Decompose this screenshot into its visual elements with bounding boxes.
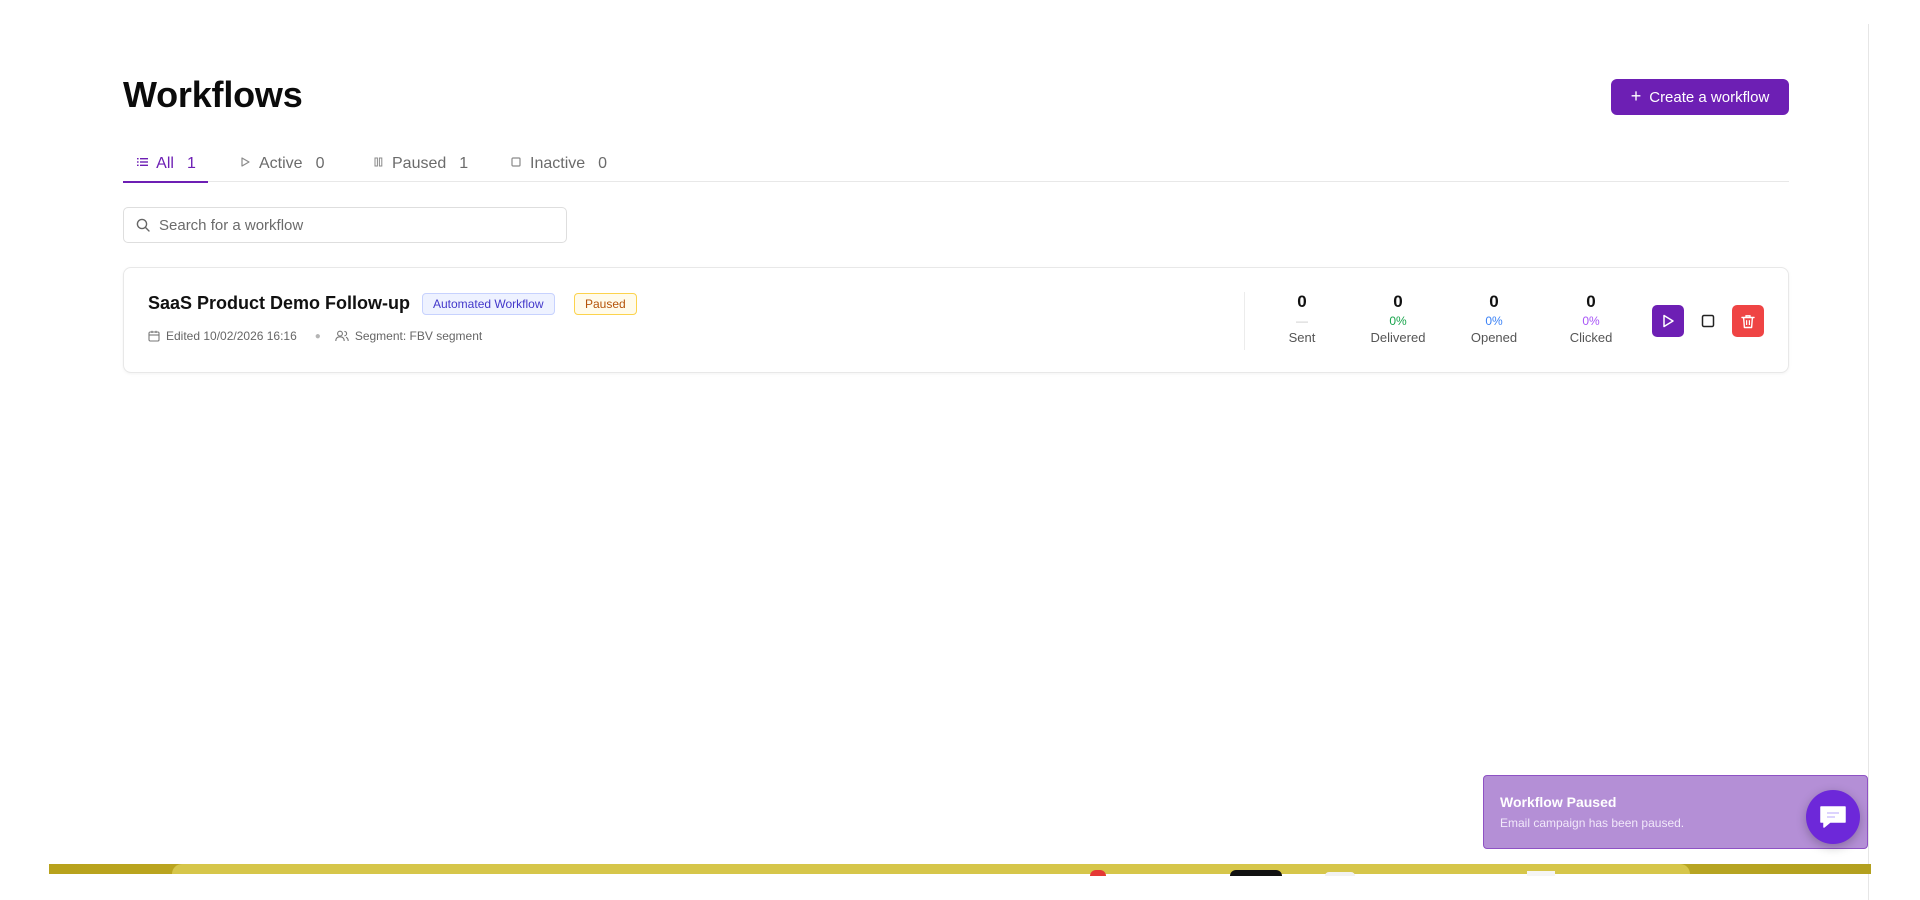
status-badge: Paused: [574, 293, 637, 315]
workflow-meta: Edited 10/02/2026 16:16 ● Segment: FBV s…: [148, 329, 482, 343]
toast-message: Email campaign has been paused.: [1500, 816, 1685, 830]
stat-clicked-label: Clicked: [1569, 330, 1613, 345]
plus-icon: +: [1630, 86, 1642, 106]
workflow-type-badge: Automated Workflow: [422, 293, 555, 315]
resume-workflow-button[interactable]: [1652, 305, 1684, 337]
play-icon: [1663, 314, 1674, 328]
search-input[interactable]: [159, 216, 549, 234]
tab-paused[interactable]: Paused 1: [371, 145, 468, 182]
chat-icon: [1820, 806, 1846, 828]
stat-opened-value: 0: [1489, 292, 1499, 311]
stat-opened-label: Opened: [1470, 330, 1518, 345]
stat-sent: 0 — Sent: [1257, 292, 1347, 345]
segment-label: Segment: FBV segment: [354, 329, 483, 343]
search-icon: [136, 218, 150, 232]
tab-inactive-count: 0: [598, 154, 608, 172]
stop-workflow-button[interactable]: [1692, 305, 1724, 337]
delete-workflow-button[interactable]: [1732, 305, 1764, 337]
tab-inactive-label: Inactive: [530, 154, 586, 172]
stat-sent-value: 0: [1297, 292, 1307, 311]
page-edge-divider: [1868, 24, 1869, 900]
stat-clicked-value: 0: [1586, 292, 1596, 311]
meta-separator: ●: [314, 330, 321, 342]
tab-inactive[interactable]: Inactive 0: [509, 145, 607, 182]
stat-sent-label: Sent: [1288, 330, 1316, 345]
page-title: Workflows: [123, 74, 303, 115]
chat-support-button[interactable]: [1806, 790, 1860, 844]
stat-delivered: 0 0% Delivered: [1353, 292, 1443, 345]
stat-delivered-label: Delivered: [1370, 330, 1426, 345]
dock-app-icon-black[interactable]: [1230, 870, 1282, 876]
workflow-card[interactable]: SaaS Product Demo Follow-up Automated Wo…: [123, 267, 1789, 373]
tab-active-label: Active: [259, 154, 303, 172]
stop-icon: [1701, 314, 1715, 328]
calendar-icon: [148, 330, 160, 342]
workflow-name: SaaS Product Demo Follow-up: [148, 293, 411, 313]
tab-active-count: 0: [315, 154, 325, 172]
tab-active[interactable]: Active 0: [238, 145, 324, 182]
list-icon: [135, 157, 149, 170]
stat-opened: 0 0% Opened: [1449, 292, 1539, 345]
dock: [172, 864, 1690, 874]
tab-all-count: 1: [186, 154, 196, 172]
stat-sent-pct: —: [1296, 314, 1308, 328]
tab-paused-label: Paused: [392, 154, 447, 172]
toast-title: Workflow Paused: [1500, 794, 1617, 810]
pause-icon: [371, 157, 385, 170]
edited-date: Edited 10/02/2026 16:16: [166, 329, 297, 343]
stats-divider: [1244, 292, 1245, 350]
square-icon: [509, 157, 523, 170]
dock-app-icon-document[interactable]: [1527, 871, 1555, 876]
stat-delivered-pct: 0%: [1389, 314, 1407, 328]
stat-clicked-pct: 0%: [1582, 314, 1600, 328]
stat-delivered-value: 0: [1393, 292, 1403, 311]
search-box: [123, 207, 567, 243]
workflow-filter-tabs: All 1 Active 0 Paused 1 Inactive 0: [123, 145, 1789, 183]
tab-all[interactable]: All 1: [123, 145, 208, 183]
stat-opened-pct: 0%: [1485, 314, 1503, 328]
stat-clicked: 0 0% Clicked: [1546, 292, 1636, 345]
dock-app-icon-red[interactable]: [1090, 870, 1106, 876]
tab-paused-count: 1: [459, 154, 469, 172]
workflows-page: Workflows + Create a workflow All 1 Acti…: [0, 0, 1920, 900]
create-workflow-label: Create a workflow: [1649, 88, 1770, 106]
create-workflow-button[interactable]: + Create a workflow: [1611, 79, 1789, 115]
users-icon: [335, 330, 349, 342]
play-outline-icon: [238, 157, 252, 170]
dock-app-icon-white[interactable]: [1325, 872, 1355, 876]
tab-all-label: All: [156, 154, 174, 172]
trash-icon: [1741, 314, 1755, 328]
